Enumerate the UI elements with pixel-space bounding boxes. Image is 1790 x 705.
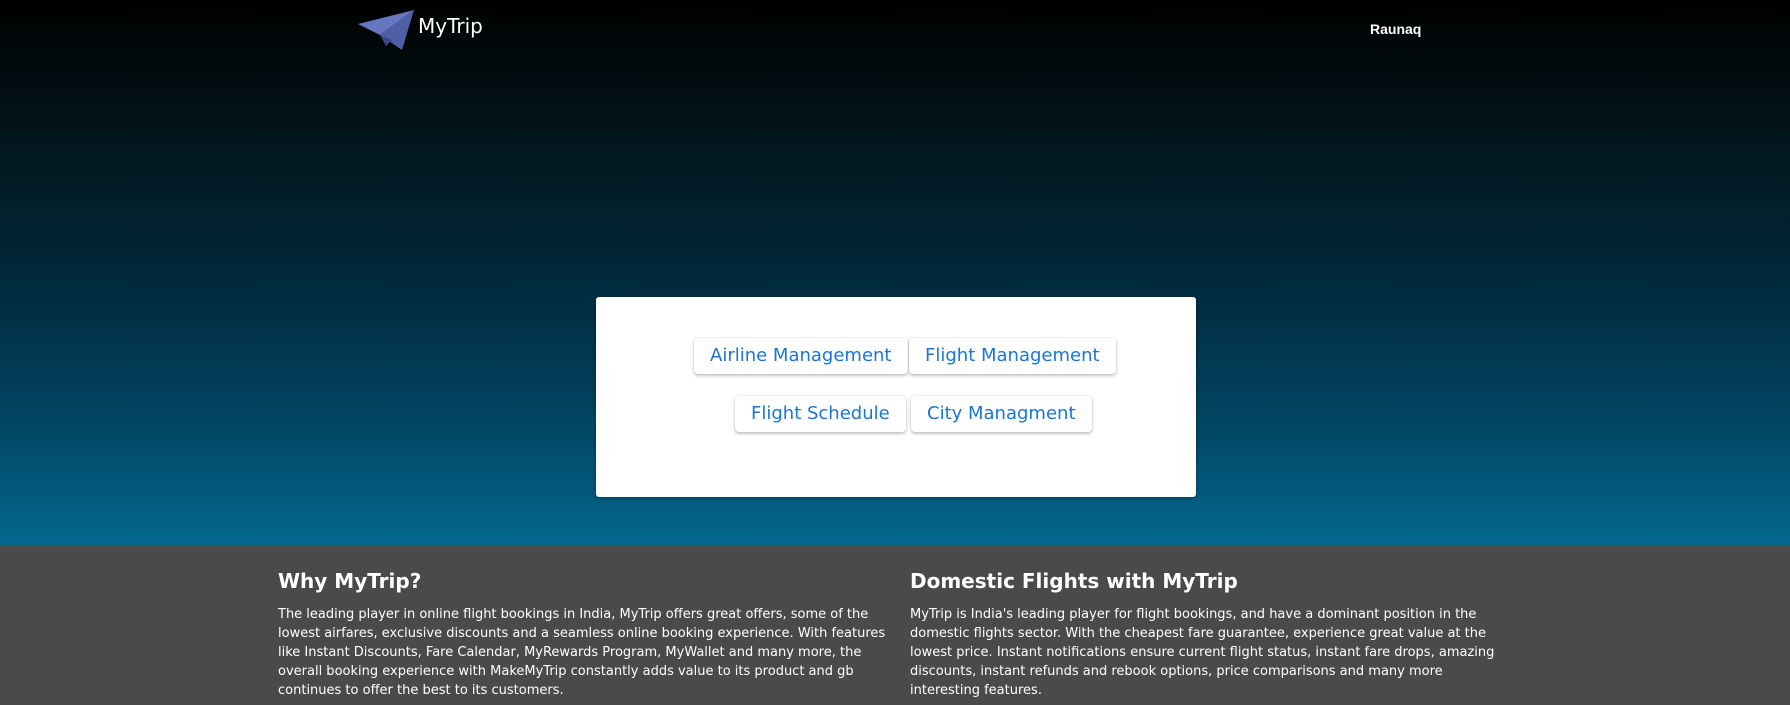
- why-mytrip-section: Why MyTrip? The leading player in online…: [278, 569, 888, 700]
- domestic-flights-text: MyTrip is India's leading player for fli…: [910, 607, 1495, 698]
- brand-name: MyTrip: [418, 14, 483, 38]
- domestic-flights-section: Domestic Flights with MyTrip MyTrip is I…: [910, 569, 1510, 700]
- brand-link[interactable]: MyTrip: [356, 10, 483, 50]
- footer-info: Why MyTrip? The leading player in online…: [0, 545, 1790, 705]
- airline-management-button[interactable]: Airline Management: [694, 338, 908, 374]
- top-navbar: MyTrip Raunaq: [0, 0, 1790, 58]
- why-mytrip-title: Why MyTrip?: [278, 569, 422, 593]
- domestic-flights-title: Domestic Flights with MyTrip: [910, 569, 1238, 593]
- management-card: Airline Management Flight Management Fli…: [596, 297, 1196, 497]
- paper-plane-icon: [356, 10, 416, 50]
- hero-section: MyTrip Raunaq Airline Management Flight …: [0, 0, 1790, 545]
- flight-management-button[interactable]: Flight Management: [909, 338, 1116, 374]
- user-menu[interactable]: Raunaq: [1370, 21, 1421, 37]
- why-mytrip-text: The leading player in online flight book…: [278, 607, 886, 698]
- flight-schedule-button[interactable]: Flight Schedule: [735, 396, 906, 432]
- city-management-button[interactable]: City Managment: [911, 396, 1092, 432]
